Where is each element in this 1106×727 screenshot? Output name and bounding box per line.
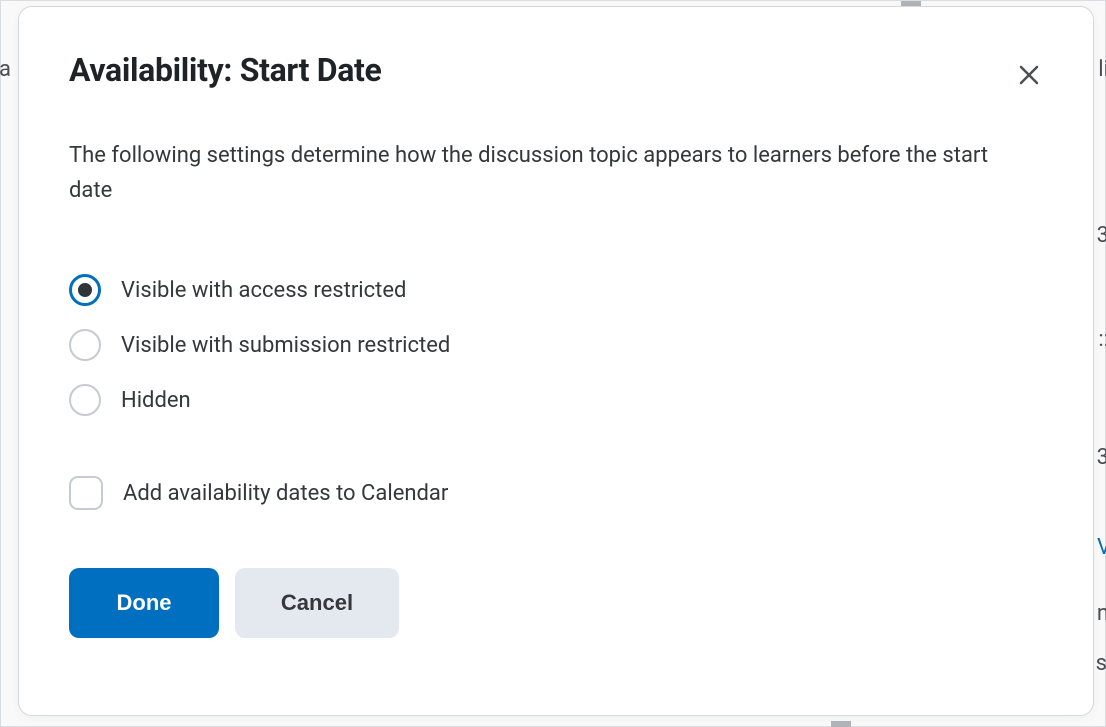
dialog-header: Availability: Start Date: [69, 51, 1043, 96]
done-button[interactable]: Done: [69, 568, 219, 638]
radio-visible-access-restricted[interactable]: Visible with access restricted: [69, 274, 1043, 306]
add-to-calendar-checkbox[interactable]: Add availability dates to Calendar: [69, 476, 1043, 510]
dialog-title: Availability: Start Date: [69, 51, 381, 89]
checkbox-indicator: [69, 476, 103, 510]
radio-visible-submission-restricted[interactable]: Visible with submission restricted: [69, 329, 1043, 361]
dialog-footer-buttons: Done Cancel: [69, 568, 1043, 638]
radio-hidden[interactable]: Hidden: [69, 384, 1043, 416]
backdrop-fragment: ::: [1098, 327, 1106, 352]
checkbox-label: Add availability dates to Calendar: [123, 481, 448, 506]
close-icon: [1017, 63, 1041, 90]
backdrop-fragment: V: [1097, 535, 1106, 560]
close-button[interactable]: [1011, 57, 1047, 96]
backdrop-fragment: s: [1096, 651, 1106, 676]
radio-label: Visible with submission restricted: [121, 333, 450, 358]
radio-indicator: [69, 384, 101, 416]
visibility-radio-group: Visible with access restricted Visible w…: [69, 274, 1043, 416]
backdrop-fragment: li: [1098, 57, 1106, 82]
dialog-description: The following settings determine how the…: [69, 138, 989, 208]
backdrop-marker: [831, 721, 851, 727]
backdrop-fragment: 3: [1097, 223, 1106, 248]
cancel-button[interactable]: Cancel: [235, 568, 399, 638]
radio-label: Visible with access restricted: [121, 278, 406, 303]
availability-start-date-dialog: Availability: Start Date The following s…: [18, 6, 1094, 716]
radio-label: Hidden: [121, 388, 191, 413]
radio-indicator: [69, 329, 101, 361]
backdrop-fragment: a: [0, 57, 11, 82]
radio-indicator: [69, 274, 101, 306]
backdrop-fragment: 3: [1097, 445, 1106, 470]
backdrop-fragment: n: [1097, 601, 1106, 626]
